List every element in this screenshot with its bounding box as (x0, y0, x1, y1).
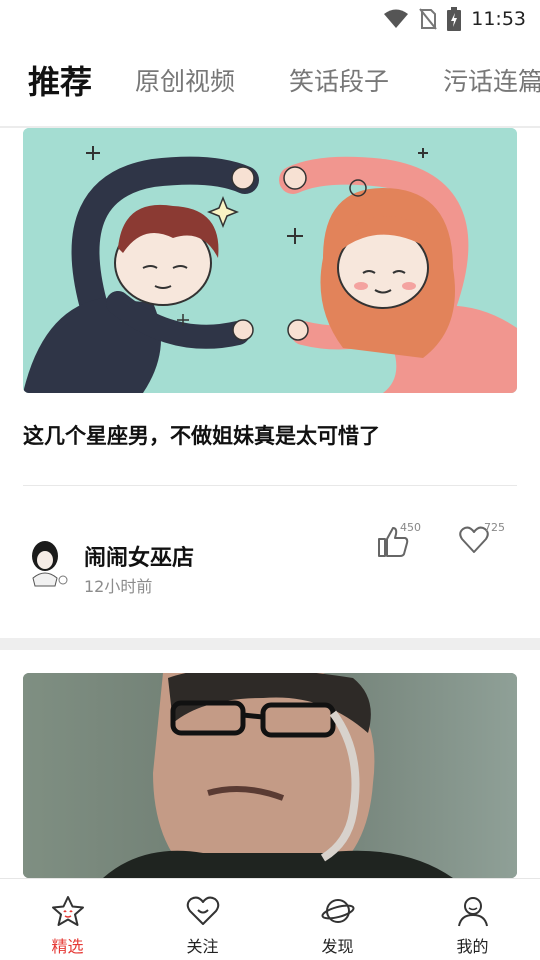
tab-original-video[interactable]: 原创视频 (135, 52, 235, 112)
tab-jokes[interactable]: 笑话段子 (289, 52, 389, 112)
user-icon (457, 897, 488, 927)
nav-label-follow: 关注 (186, 937, 219, 956)
no-sim-icon (419, 8, 438, 30)
nav-discover[interactable]: 发现 (270, 879, 405, 960)
favorite-count: 725 (484, 521, 505, 534)
status-time: 11:53 (471, 8, 526, 30)
section-separator (0, 638, 540, 650)
nav-featured[interactable]: 精选 (0, 879, 135, 960)
nav-label-discover: 发现 (321, 937, 354, 956)
tab-dirty-jokes[interactable]: 污话连篇 (443, 52, 540, 112)
planet-icon (320, 899, 355, 923)
like-count: 450 (400, 521, 421, 534)
author-avatar[interactable] (23, 538, 71, 590)
post-title[interactable]: 这几个星座男，不做姐妹真是太可惜了 (23, 420, 380, 450)
status-bar: 11:53 (0, 0, 540, 38)
tab-recommended[interactable]: 推荐 (28, 52, 92, 112)
wifi-icon (384, 9, 409, 28)
author-name[interactable]: 闹闹女巫店 (84, 540, 194, 572)
nav-follow[interactable]: 关注 (135, 879, 270, 960)
post-image-2[interactable] (23, 673, 517, 878)
star-icon (51, 896, 84, 926)
battery-charging-icon (447, 7, 462, 31)
bottom-nav: 精选 关注 发现 我的 (0, 878, 540, 960)
post-divider (23, 485, 517, 486)
nav-label-featured: 精选 (51, 937, 84, 956)
nav-label-me: 我的 (456, 937, 489, 956)
post-image[interactable] (23, 128, 517, 393)
nav-me[interactable]: 我的 (405, 879, 540, 960)
heart-face-icon (186, 896, 219, 925)
category-tabs: 推荐 原创视频 笑话段子 污话连篇 (0, 52, 540, 112)
post-time: 12小时前 (84, 577, 153, 596)
